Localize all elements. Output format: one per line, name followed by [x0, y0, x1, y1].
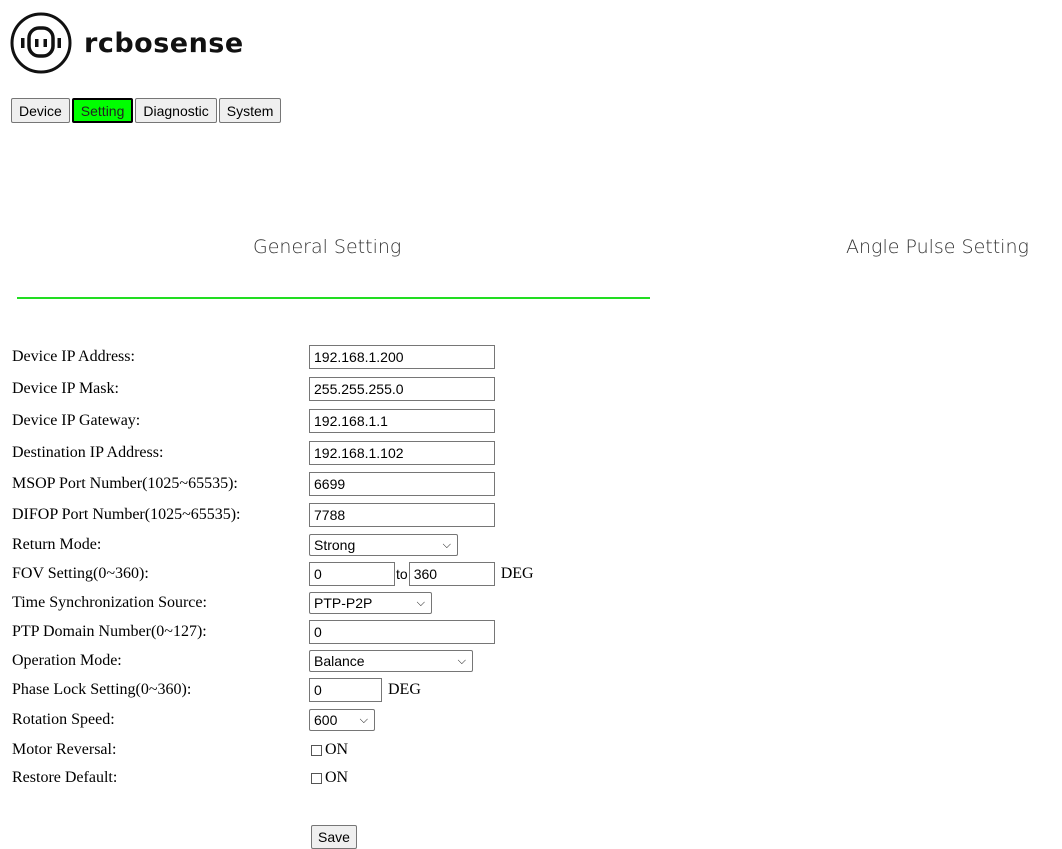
time-sync-select[interactable]: PTP-P2P ⌵ — [309, 592, 432, 614]
fov-to-label: to — [396, 566, 408, 582]
ip-address-label: Device IP Address: — [12, 348, 135, 365]
gateway-label: Device IP Gateway: — [12, 412, 141, 429]
ip-address-input[interactable] — [309, 345, 495, 369]
rotation-speed-select[interactable]: 600 ⌵ — [309, 709, 375, 731]
save-button[interactable]: Save — [311, 825, 357, 849]
chevron-down-icon: ⌵ — [359, 713, 368, 726]
fov-from-input[interactable] — [309, 562, 395, 586]
return-mode-value: Strong — [314, 537, 356, 553]
restore-default-checkbox[interactable] — [311, 772, 322, 784]
return-mode-select[interactable]: Strong ⌵ — [309, 534, 458, 556]
fov-to-input[interactable] — [408, 562, 495, 586]
phase-lock-label: Phase Lock Setting(0~360): — [12, 681, 192, 698]
main-nav: Device Setting Diagnostic System — [11, 98, 282, 123]
chevron-down-icon: ⌵ — [457, 654, 466, 667]
tab-device[interactable]: Device — [11, 98, 70, 123]
operation-mode-label: Operation Mode: — [12, 652, 122, 669]
fov-unit: DEG — [500, 565, 534, 582]
ptp-domain-input[interactable] — [309, 620, 495, 644]
gateway-input[interactable] — [309, 409, 495, 433]
chevron-down-icon: ⌵ — [442, 538, 451, 551]
motor-reversal-checkbox[interactable] — [311, 744, 322, 756]
msop-label: MSOP Port Number(1025~65535): — [12, 475, 238, 492]
operation-mode-select[interactable]: Balance ⌵ — [309, 650, 473, 672]
tab-system[interactable]: System — [218, 98, 282, 123]
return-mode-label: Return Mode: — [12, 536, 102, 553]
restore-default-option: ON — [325, 769, 349, 786]
ip-mask-input[interactable] — [309, 377, 495, 401]
tab-angle-pulse-setting[interactable]: Angle Pulse Setting — [846, 236, 1029, 258]
time-sync-value: PTP-P2P — [314, 595, 373, 611]
motor-reversal-option: ON — [325, 741, 349, 758]
brand-name: rcbosense — [84, 27, 244, 59]
robot-logo-icon — [10, 12, 72, 74]
ptp-domain-label: PTP Domain Number(0~127): — [12, 623, 207, 640]
tab-setting[interactable]: Setting — [71, 98, 134, 123]
operation-mode-value: Balance — [314, 653, 365, 669]
motor-reversal-label: Motor Reversal: — [12, 741, 117, 758]
restore-default-label: Restore Default: — [12, 769, 118, 786]
dest-ip-label: Destination IP Address: — [12, 444, 164, 461]
ip-mask-label: Device IP Mask: — [12, 380, 119, 397]
msop-input[interactable] — [309, 472, 495, 496]
difop-label: DIFOP Port Number(1025~65535): — [12, 506, 241, 523]
phase-lock-input[interactable] — [309, 678, 382, 702]
active-tab-underline — [17, 297, 650, 299]
difop-input[interactable] — [309, 503, 495, 527]
dest-ip-input[interactable] — [309, 441, 495, 465]
robosense-logo: rcbosense — [10, 12, 244, 74]
tab-diagnostic[interactable]: Diagnostic — [135, 98, 217, 123]
tab-general-setting[interactable]: General Setting — [253, 236, 401, 258]
chevron-down-icon: ⌵ — [416, 596, 425, 609]
rotation-speed-label: Rotation Speed: — [12, 711, 115, 728]
phase-lock-unit: DEG — [388, 681, 421, 698]
rotation-speed-value: 600 — [314, 712, 338, 728]
time-sync-label: Time Synchronization Source: — [12, 594, 207, 611]
fov-label: FOV Setting(0~360): — [12, 565, 149, 582]
